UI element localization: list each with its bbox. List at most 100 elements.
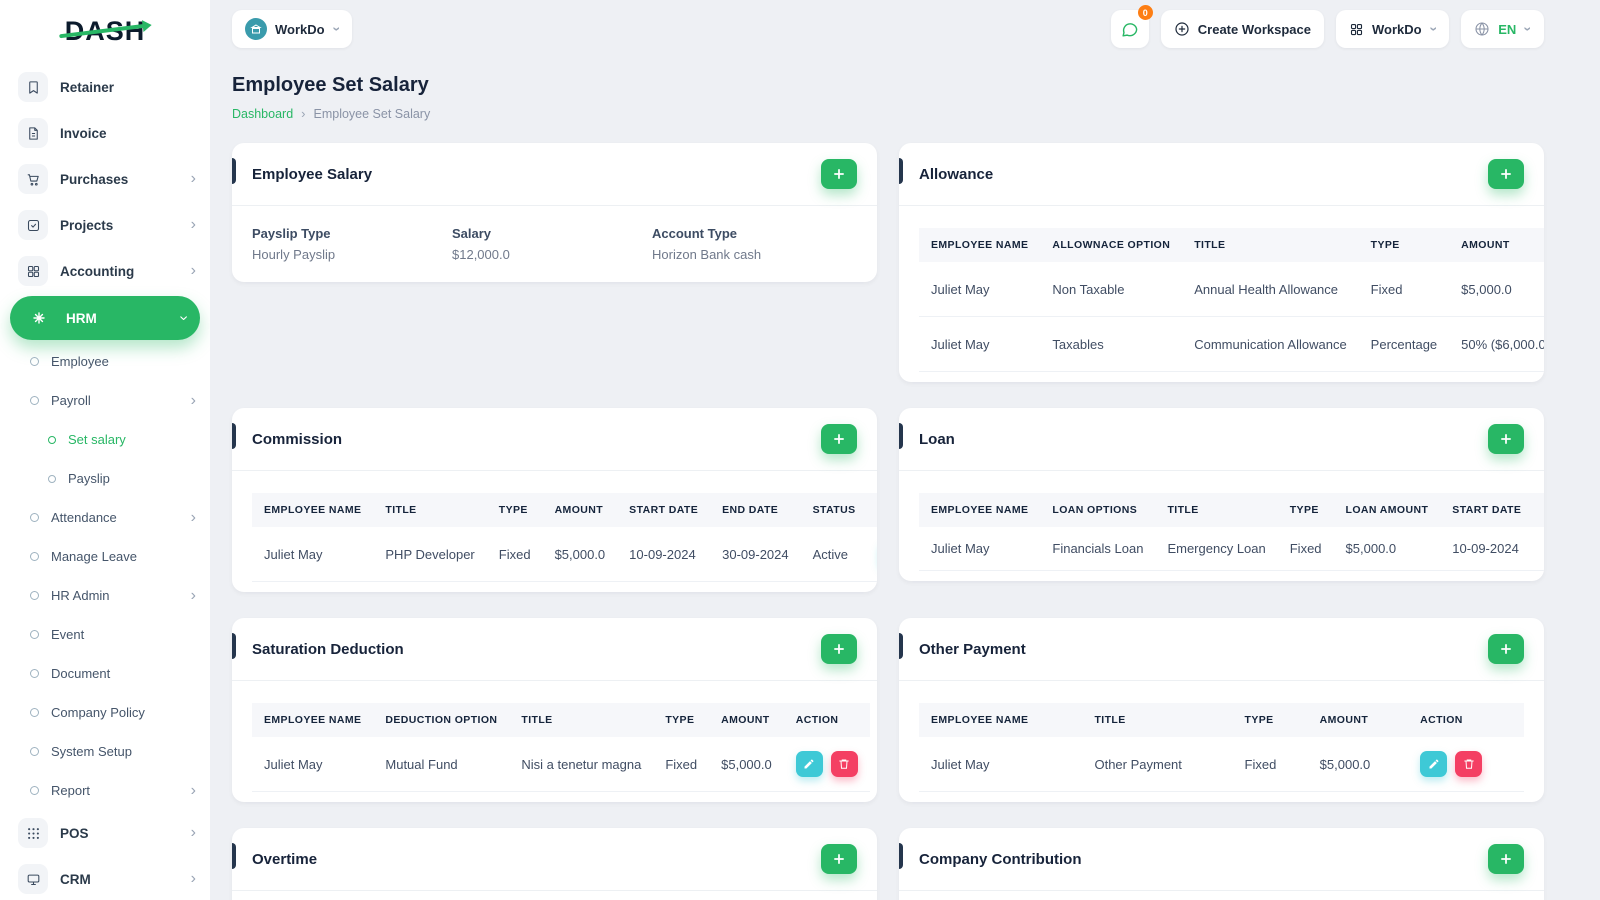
salary-fields: Payslip Type Hourly Payslip Salary $12,0…: [232, 206, 877, 282]
messages-button[interactable]: 0: [1110, 5, 1153, 48]
add-overtime-button[interactable]: [821, 844, 857, 874]
sidebar-item-payroll[interactable]: Payroll ›: [0, 381, 210, 420]
add-loan-button[interactable]: [1488, 424, 1524, 454]
bullet-icon: [30, 669, 39, 678]
sidebar-item-manage-leave[interactable]: Manage Leave: [0, 537, 210, 576]
add-commission-button[interactable]: [821, 424, 857, 454]
trash-icon: [839, 759, 849, 769]
plus-icon: [1501, 169, 1511, 179]
chevron-right-icon: ›: [190, 870, 196, 887]
sidebar-item-crm[interactable]: CRM ›: [0, 856, 210, 900]
create-workspace-label: Create Workspace: [1197, 21, 1311, 37]
loan-table: EMPLOYEE NAME LOAN OPTIONS TITLE TYPE LO…: [919, 493, 1544, 571]
language-label: EN: [1498, 21, 1517, 37]
add-company-contribution-button[interactable]: [1488, 844, 1524, 874]
card-accent: [232, 423, 236, 449]
column-header: EMPLOYEE NAME: [919, 228, 1041, 262]
saturation-deduction-table: EMPLOYEE NAME DEDUCTION OPTION TITLE TYP…: [252, 703, 870, 792]
sidebar-item-purchases[interactable]: Purchases ›: [0, 156, 210, 202]
column-header: ACTION: [1408, 703, 1524, 737]
column-header: START DATE: [1440, 493, 1534, 527]
card-title: Allowance: [919, 165, 994, 183]
field-salary: Salary $12,000.0: [452, 226, 510, 262]
sidebar-item-document[interactable]: Document: [0, 654, 210, 693]
delete-button[interactable]: [830, 751, 858, 777]
sidebar-item-report[interactable]: Report ›: [0, 771, 210, 810]
hrm-flower-icon: [24, 303, 54, 333]
bullet-icon: [30, 591, 39, 600]
column-header: LOAN AMOUNT: [1333, 493, 1441, 527]
add-other-payment-button[interactable]: [1488, 634, 1524, 664]
table-row: Juliet May Taxables Communication Allowa…: [919, 316, 1544, 372]
plus-icon: [834, 434, 844, 444]
sidebar-item-retainer[interactable]: Retainer: [0, 64, 210, 110]
table-row: Juliet May Financials Loan Emergency Loa…: [919, 527, 1544, 571]
language-button[interactable]: EN ›: [1461, 10, 1544, 48]
main-area: WorkDo › 0 Create Workspace WorkDo › EN …: [210, 0, 1600, 900]
add-employee-salary-button[interactable]: [821, 159, 857, 189]
card-accent: [899, 633, 903, 659]
other-payment-card: Other Payment EMPLOYEE NAME TITLE TYPE A…: [899, 618, 1544, 802]
add-saturation-deduction-button[interactable]: [821, 634, 857, 664]
plus-circle-icon: [1175, 22, 1189, 36]
column-header: EMPLOYEE NAME: [919, 493, 1041, 527]
bullet-icon: [30, 708, 39, 717]
column-header: EMPLOYEE NAME: [919, 703, 1083, 737]
card-accent: [232, 843, 236, 869]
sidebar-item-hrm[interactable]: HRM ›: [10, 296, 200, 340]
sidebar-item-accounting[interactable]: Accounting ›: [0, 248, 210, 294]
allowance-card: Allowance EMPLOYEE NAME ALLOWNACE OPTION…: [899, 143, 1544, 382]
workdo-menu-label: WorkDo: [1371, 21, 1422, 37]
chevron-right-icon: ›: [190, 170, 196, 187]
globe-icon: [1475, 22, 1489, 36]
card-title: Employee Salary: [252, 165, 373, 183]
check-square-icon: [18, 210, 48, 240]
create-workspace-button[interactable]: Create Workspace: [1160, 10, 1324, 48]
workdo-menu-button[interactable]: WorkDo ›: [1335, 10, 1450, 48]
sidebar-item-company-policy[interactable]: Company Policy: [0, 693, 210, 732]
topbar: WorkDo › 0 Create Workspace WorkDo › EN …: [210, 0, 1600, 58]
chevron-right-icon: ›: [190, 824, 196, 841]
add-allowance-button[interactable]: [1488, 159, 1524, 189]
retainer-icon: [18, 72, 48, 102]
apps-grid-icon: [1350, 23, 1363, 35]
column-header: EMPLOYEE NAME: [252, 493, 374, 527]
breadcrumb-dashboard-link[interactable]: Dashboard: [232, 107, 293, 121]
sidebar-item-invoice[interactable]: Invoice: [0, 110, 210, 156]
delete-button[interactable]: [1455, 751, 1483, 777]
column-header: TYPE: [653, 703, 710, 737]
plus-icon: [834, 854, 844, 864]
trash-icon: [1463, 759, 1474, 769]
invoice-icon: [18, 118, 48, 148]
workspace-icon: [245, 18, 267, 40]
chevron-down-icon: ›: [1520, 26, 1537, 32]
column-header: DEDUCTION OPTION: [373, 703, 510, 737]
field-payslip-type: Payslip Type Hourly Payslip: [252, 226, 336, 262]
edit-button[interactable]: [795, 751, 823, 777]
chevron-down-icon: ›: [1425, 26, 1442, 32]
company-contribution-card: Company Contribution: [899, 828, 1544, 900]
sidebar-item-hr-admin[interactable]: HR Admin ›: [0, 576, 210, 615]
edit-button[interactable]: [1420, 751, 1448, 777]
column-header: AMOUNT: [1307, 703, 1409, 737]
sidebar-item-system-setup[interactable]: System Setup: [0, 732, 210, 771]
card-title: Overtime: [252, 850, 318, 868]
column-header: END DATE: [1533, 493, 1544, 527]
sidebar-item-set-salary[interactable]: Set salary: [0, 420, 210, 459]
card-accent: [899, 843, 903, 869]
workspace-label: WorkDo: [275, 21, 325, 37]
app-logo[interactable]: DASH: [0, 0, 210, 62]
sidebar-item-employee[interactable]: Employee: [0, 342, 210, 381]
bullet-icon: [30, 357, 39, 366]
sidebar-item-attendance[interactable]: Attendance ›: [0, 498, 210, 537]
sidebar-item-event[interactable]: Event: [0, 615, 210, 654]
workspace-switcher[interactable]: WorkDo ›: [232, 10, 353, 48]
table-row: Juliet May Non Taxable Annual Health All…: [919, 262, 1544, 317]
commission-card: Commission EMPLOYEE NAME TITLE TYPE AMOU…: [232, 408, 877, 592]
topbar-actions: 0 Create Workspace WorkDo › EN ›: [1110, 5, 1544, 48]
monitor-icon: [18, 864, 48, 894]
sidebar-item-payslip[interactable]: Payslip: [0, 459, 210, 498]
column-header: TYPE: [486, 493, 543, 527]
sidebar-item-projects[interactable]: Projects ›: [0, 202, 210, 248]
sidebar-item-pos[interactable]: POS ›: [0, 810, 210, 856]
